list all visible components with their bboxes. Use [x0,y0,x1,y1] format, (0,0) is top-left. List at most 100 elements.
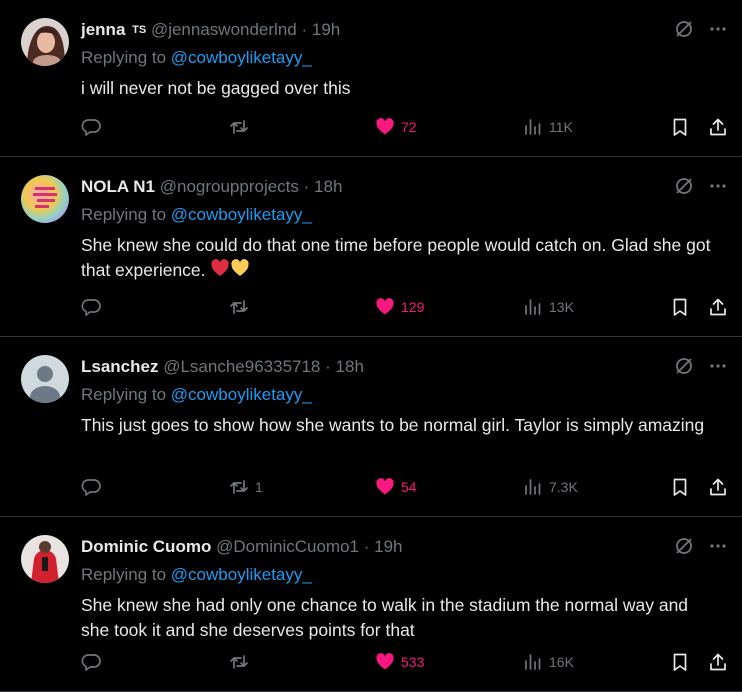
display-name[interactable]: jenna [81,20,125,39]
reply-button[interactable] [81,652,107,672]
replying-to-label: Replying to [81,48,167,67]
like-button[interactable]: 72 [375,117,417,137]
replying-to-label: Replying to [81,205,167,224]
like-count: 72 [401,119,417,135]
more-icon[interactable] [708,536,728,556]
reply-icon [81,297,101,317]
like-button[interactable]: 129 [375,297,424,317]
grok-icon[interactable] [674,356,694,376]
grok-icon[interactable] [674,19,694,39]
view-count: 7.3K [549,479,578,495]
bookmark-button[interactable] [670,117,690,137]
like-button[interactable]: 533 [375,652,424,672]
red-heart-emoji-icon [210,258,230,285]
tweet[interactable]: NOLA N1 @nogroupprojects · 18h Replying … [0,157,742,337]
retweet-button[interactable] [229,297,255,317]
analytics-icon [523,652,543,672]
views-button[interactable]: 16K [523,652,574,672]
replying-to: Replying to @cowboyliketayy_ [81,384,312,406]
share-icon [708,652,728,672]
reply-button[interactable] [81,297,107,317]
tweet-top-actions [674,176,728,196]
more-icon[interactable] [708,356,728,376]
avatar[interactable] [21,175,69,223]
like-count: 129 [401,299,425,315]
grok-icon[interactable] [674,176,694,196]
yellow-heart-emoji-icon [230,258,250,285]
bookmark-icon [670,652,690,672]
name-badge: TS [132,24,147,36]
replying-to: Replying to @cowboyliketayy_ [81,564,312,586]
tweet-top-actions [674,536,728,556]
share-icon [708,297,728,317]
retweet-button[interactable] [229,117,255,137]
tweet-header: NOLA N1 @nogroupprojects · 18h [81,176,342,198]
tweet-text: i will never not be gagged over this [81,78,351,98]
retweet-icon [229,652,249,672]
retweet-count: 1 [255,479,263,495]
display-name[interactable]: Dominic Cuomo [81,537,211,556]
views-button[interactable]: 7.3K [523,477,578,497]
avatar[interactable] [21,18,69,66]
retweet-button[interactable]: 1 [229,477,263,497]
reply-button[interactable] [81,117,107,137]
tweet[interactable]: jenna TS @jennaswonderlnd · 19h Replying… [0,0,742,157]
timestamp[interactable]: 18h [314,177,342,196]
timestamp[interactable]: 19h [312,20,340,39]
reply-icon [81,117,101,137]
reply-button[interactable] [81,477,107,497]
reply-feed: jenna TS @jennaswonderlnd · 19h Replying… [0,0,742,692]
share-button[interactable] [708,297,728,317]
user-handle[interactable]: @jennaswonderlnd [151,20,297,39]
avatar[interactable] [21,535,69,583]
views-button[interactable]: 11K [523,117,573,137]
retweet-icon [229,477,249,497]
reply-icon [81,477,101,497]
tweet-header: Dominic Cuomo @DominicCuomo1 · 19h [81,536,403,558]
like-count: 533 [401,654,425,670]
replying-to-label: Replying to [81,565,167,584]
heart-filled-icon [375,477,395,497]
share-button[interactable] [708,477,728,497]
reply-mention[interactable]: @cowboyliketayy_ [171,385,312,404]
bookmark-icon [670,477,690,497]
bookmark-icon [670,297,690,317]
retweet-icon [229,297,249,317]
retweet-button[interactable] [229,652,255,672]
bookmark-button[interactable] [670,297,690,317]
share-button[interactable] [708,117,728,137]
bookmark-button[interactable] [670,477,690,497]
reply-mention[interactable]: @cowboyliketayy_ [171,48,312,67]
reply-icon [81,652,101,672]
tweet[interactable]: Lsanchez @Lsanche96335718 · 18h Replying… [0,337,742,517]
tweet-actions: 533 16K [81,652,728,674]
more-icon[interactable] [708,19,728,39]
timestamp[interactable]: 18h [336,357,364,376]
tweet-actions: 129 13K [81,297,728,319]
tweet-text: She knew she had only one chance to walk… [81,595,689,640]
tweet-top-actions [674,19,728,39]
tweet-header: jenna TS @jennaswonderlnd · 19h [81,19,340,41]
user-handle[interactable]: @Lsanche96335718 [163,357,320,376]
retweet-icon [229,117,249,137]
user-handle[interactable]: @DominicCuomo1 [216,537,359,556]
separator: · [303,177,310,196]
separator: · [325,357,331,376]
share-button[interactable] [708,652,728,672]
tweet[interactable]: Dominic Cuomo @DominicCuomo1 · 19h Reply… [0,517,742,692]
bookmark-button[interactable] [670,652,690,672]
display-name[interactable]: Lsanchez [81,357,158,376]
user-handle[interactable]: @nogroupprojects [160,177,299,196]
display-name[interactable]: NOLA N1 [81,177,155,196]
more-icon[interactable] [708,176,728,196]
grok-icon[interactable] [674,536,694,556]
reply-mention[interactable]: @cowboyliketayy_ [171,565,312,584]
views-button[interactable]: 13K [523,297,574,317]
replying-to: Replying to @cowboyliketayy_ [81,47,312,69]
like-button[interactable]: 54 [375,477,417,497]
reply-mention[interactable]: @cowboyliketayy_ [171,205,312,224]
timestamp[interactable]: 19h [374,537,402,556]
avatar[interactable] [21,355,69,403]
analytics-icon [523,297,543,317]
tweet-top-actions [674,356,728,376]
